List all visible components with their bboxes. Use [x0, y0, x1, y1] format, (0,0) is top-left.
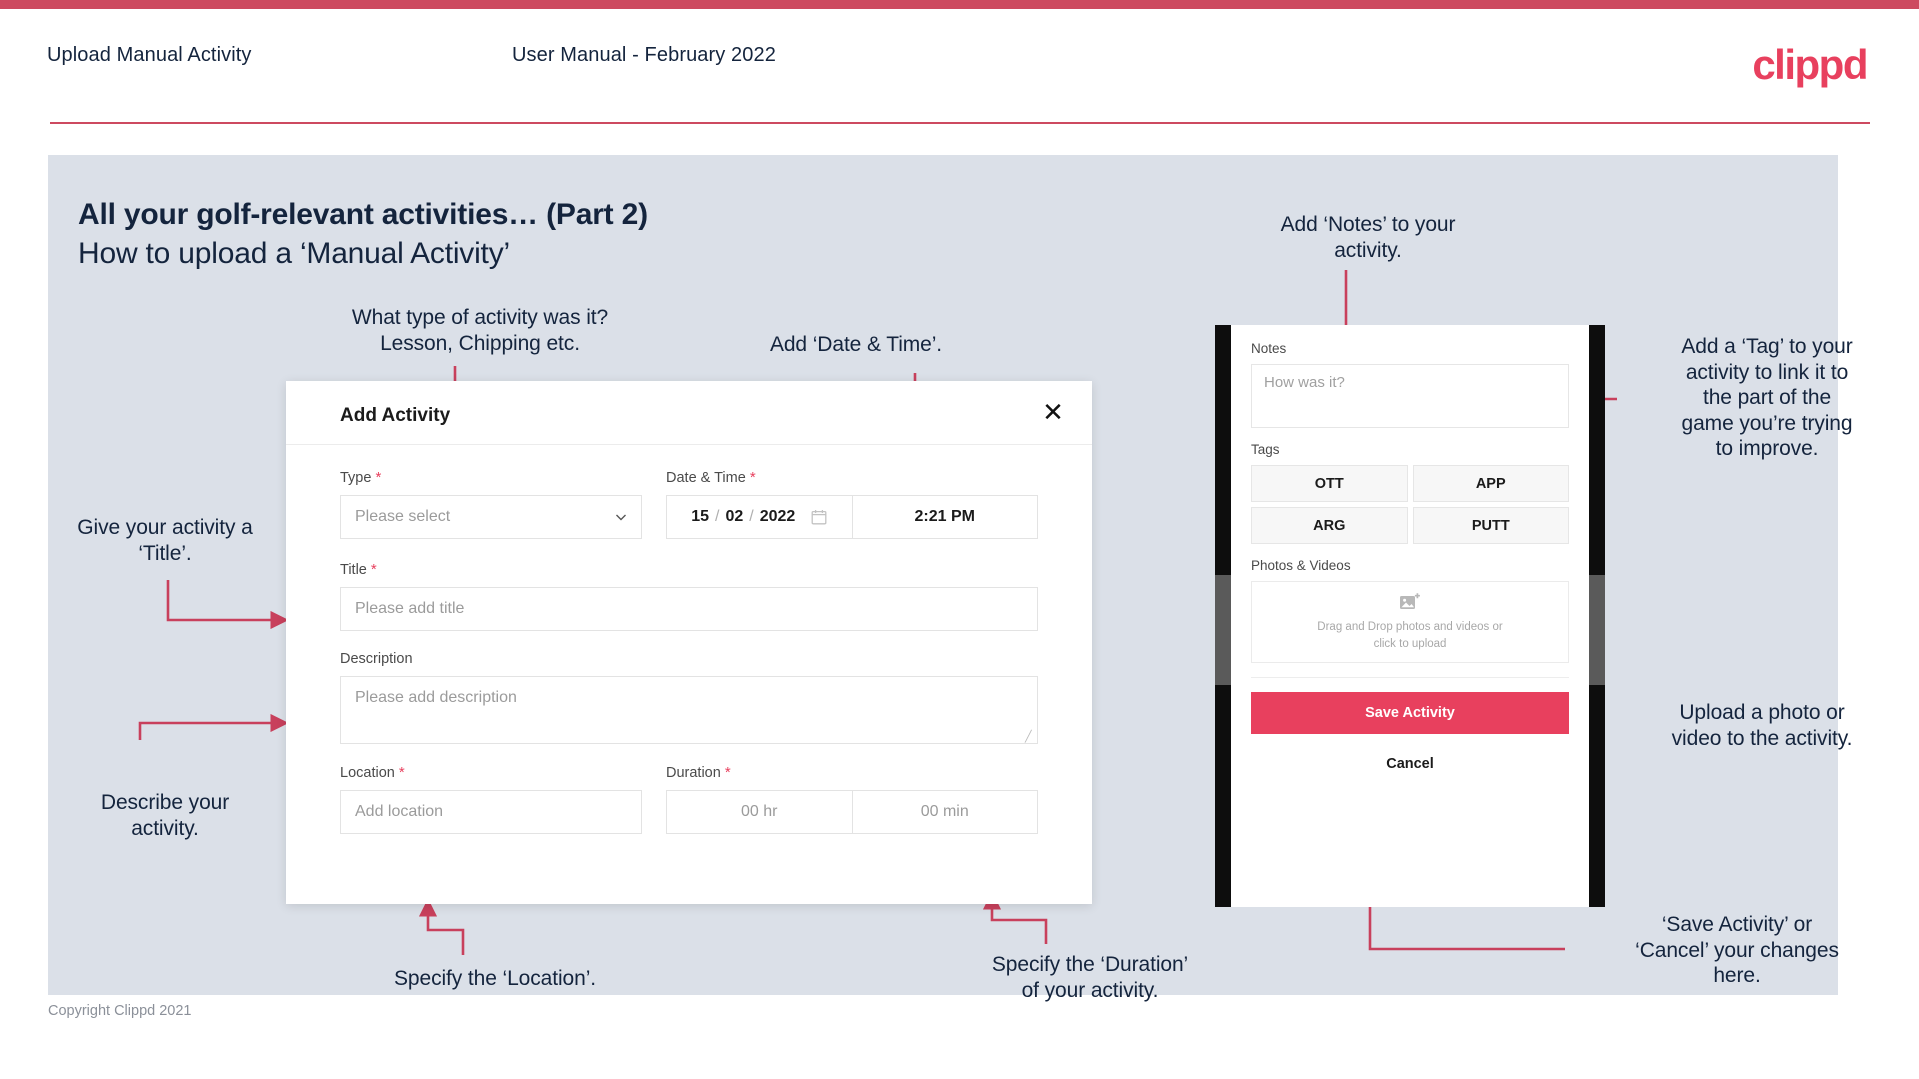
annotation-location: Specify the ‘Location’. — [394, 967, 596, 990]
annotation-upload: Upload a photo or video to the activity. — [1671, 701, 1853, 750]
required-marker: * — [749, 469, 756, 486]
required-marker: * — [370, 561, 377, 578]
annotation-tags: Add a ‘Tag’ to your activity to link it t… — [1681, 335, 1853, 461]
date-input[interactable]: 15 / 02 / 2022 — [667, 496, 853, 538]
description-textarea[interactable]: Please add description ╱ — [340, 676, 1038, 744]
slide-page: Upload Manual Activity User Manual - Feb… — [0, 0, 1919, 1079]
save-activity-button[interactable]: Save Activity — [1251, 692, 1569, 734]
modal-title: Add Activity — [340, 405, 451, 426]
tag-button-putt[interactable]: PUTT — [1412, 507, 1569, 544]
datetime-input-group: 15 / 02 / 2022 2:21 PM — [666, 495, 1038, 539]
modal-body: Type * Please select Date & Time * 15 / … — [286, 445, 1092, 834]
phone-notes-placeholder: How was it? — [1264, 374, 1345, 391]
photo-upload-line1: Drag and Drop photos and videos or — [1317, 620, 1503, 633]
form-row-type-datetime: Type * Please select Date & Time * 15 / … — [340, 469, 1038, 539]
add-activity-modal: Add Activity ✕ Type * Please select Date… — [286, 381, 1092, 904]
required-marker: * — [724, 764, 731, 781]
date-day: 15 — [691, 508, 709, 525]
header-title: Upload Manual Activity — [47, 44, 252, 66]
annotation-description: Describe your activity. — [100, 791, 230, 840]
description-placeholder: Please add description — [355, 689, 517, 706]
top-accent-bar — [0, 0, 1919, 9]
required-marker: * — [398, 764, 405, 781]
field-description-label-text: Description — [340, 651, 413, 667]
tag-button-arg[interactable]: ARG — [1251, 507, 1408, 544]
field-datetime-label-text: Date & Time — [666, 470, 746, 486]
duration-input-group: 00 hr 00 min — [666, 790, 1038, 834]
phone-frame-left — [1215, 325, 1231, 907]
date-sep-1: / — [715, 508, 720, 525]
copyright-text: Copyright Clippd 2021 — [48, 1003, 192, 1019]
duration-minutes-placeholder: 00 min — [920, 803, 969, 820]
annotation-type: What type of activity was it? Lesson, Chi… — [351, 306, 609, 355]
required-marker: * — [375, 469, 382, 486]
phone-power-button — [1589, 575, 1605, 685]
slide-title: All your golf-relevant activities… (Part… — [78, 198, 648, 231]
form-row-location-duration: Location * Add location Duration * 00 hr — [340, 764, 1038, 834]
resize-handle-icon[interactable]: ╱ — [1025, 732, 1035, 743]
title-input-placeholder: Please add title — [355, 600, 465, 617]
header-divider — [50, 122, 1870, 124]
title-input[interactable]: Please add title — [340, 587, 1038, 631]
field-title-label: Title * — [340, 561, 1038, 578]
field-duration: Duration * 00 hr 00 min — [666, 764, 1038, 834]
phone-mockup: Notes How was it? Tags OTT APP ARG PUTT … — [1215, 325, 1605, 907]
time-input[interactable]: 2:21 PM — [853, 496, 1038, 538]
slide-subtitle: How to upload a ‘Manual Activity’ — [78, 237, 510, 270]
phone-frame-right — [1589, 325, 1605, 907]
field-description: Description Please add description ╱ — [340, 651, 1038, 744]
annotation-save: ‘Save Activity’ or ‘Cancel’ your changes h… — [1635, 913, 1839, 988]
field-title-label-text: Title — [340, 562, 367, 578]
annotation-notes: Add ‘Notes’ to your activity. — [1280, 213, 1456, 262]
field-type-label-text: Type — [340, 470, 372, 486]
photo-upload-dropzone[interactable]: Drag and Drop photos and videos or click… — [1251, 581, 1569, 663]
header-subtitle: User Manual - February 2022 — [512, 44, 776, 66]
phone-screen: Notes How was it? Tags OTT APP ARG PUTT … — [1231, 325, 1589, 907]
tag-button-ott[interactable]: OTT — [1251, 465, 1408, 502]
annotation-duration: Specify the ‘Duration’ of your activity. — [991, 953, 1189, 1002]
phone-notes-input[interactable]: How was it? — [1251, 364, 1569, 428]
field-datetime: Date & Time * 15 / 02 / 2022 2:21 PM — [666, 469, 1038, 539]
add-image-icon — [1400, 593, 1420, 609]
field-location-label: Location * — [340, 764, 642, 781]
duration-hours-placeholder: 00 hr — [741, 803, 778, 820]
annotation-title: Give your activity a ‘Title’. — [77, 516, 253, 565]
field-datetime-label: Date & Time * — [666, 469, 1038, 486]
close-icon[interactable]: ✕ — [1038, 397, 1068, 427]
date-month: 02 — [725, 508, 744, 525]
phone-notes-label: Notes — [1251, 341, 1287, 356]
cancel-button[interactable]: Cancel — [1251, 756, 1569, 772]
field-location-label-text: Location — [340, 765, 395, 781]
field-description-label: Description — [340, 651, 1038, 667]
field-type: Type * Please select — [340, 469, 642, 539]
phone-tags-label: Tags — [1251, 442, 1280, 457]
phone-volume-button — [1215, 575, 1231, 685]
duration-minutes-input[interactable]: 00 min — [853, 791, 1038, 833]
annotation-datetime: Add ‘Date & Time’. — [769, 333, 943, 356]
field-duration-label: Duration * — [666, 764, 1038, 781]
location-input[interactable]: Add location — [340, 790, 642, 834]
phone-tags-grid: OTT APP ARG PUTT — [1251, 465, 1569, 544]
tag-button-app[interactable]: APP — [1412, 465, 1569, 502]
location-placeholder: Add location — [355, 803, 444, 820]
chevron-down-icon — [616, 514, 626, 521]
calendar-icon[interactable] — [811, 509, 827, 525]
modal-header: Add Activity ✕ — [286, 381, 1092, 445]
photo-upload-text: Drag and Drop photos and videos or click… — [1317, 619, 1502, 652]
phone-divider — [1251, 677, 1569, 678]
type-select-placeholder: Please select — [355, 508, 451, 525]
photo-upload-line2: click to upload — [1373, 637, 1447, 650]
clippd-logo: clippd — [1752, 41, 1868, 88]
type-select[interactable]: Please select — [340, 495, 642, 539]
field-type-label: Type * — [340, 469, 642, 486]
date-year: 2022 — [759, 508, 796, 525]
field-title: Title * Please add title — [340, 561, 1038, 631]
phone-photos-label: Photos & Videos — [1251, 558, 1351, 573]
time-value: 2:21 PM — [914, 508, 975, 525]
duration-hours-input[interactable]: 00 hr — [667, 791, 853, 833]
field-duration-label-text: Duration — [666, 765, 721, 781]
date-sep-2: / — [749, 508, 754, 525]
field-location: Location * Add location — [340, 764, 642, 834]
